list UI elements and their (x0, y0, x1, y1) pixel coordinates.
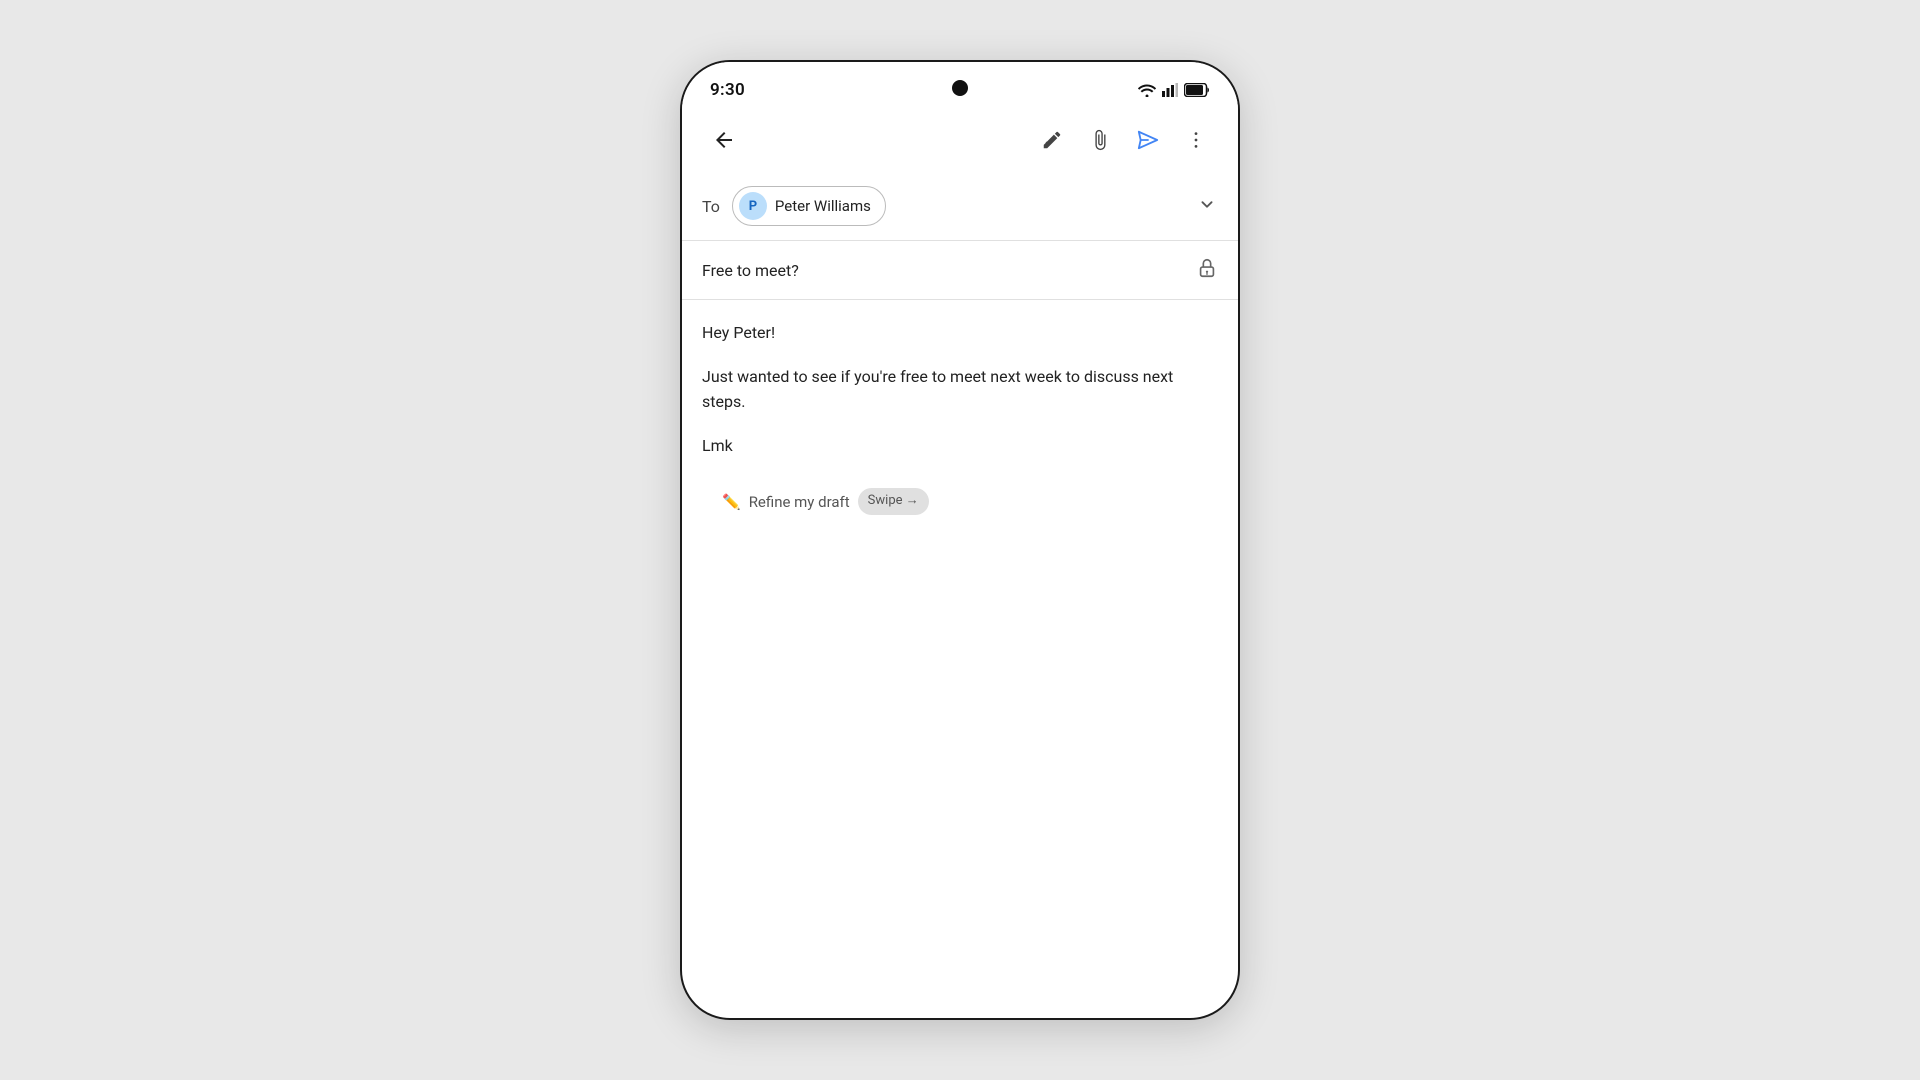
refine-icon: ✏️ (722, 490, 741, 514)
recipient-chip[interactable]: P Peter Williams (732, 186, 886, 226)
refine-bar[interactable]: ✏️ Refine my draft Swipe → (702, 476, 1218, 529)
status-icons (1138, 83, 1210, 97)
send-button[interactable] (1126, 118, 1170, 162)
status-time: 9:30 (710, 80, 745, 100)
email-body-text: Hey Peter! Just wanted to see if you're … (702, 320, 1218, 458)
email-body[interactable]: Hey Peter! Just wanted to see if you're … (682, 300, 1238, 1018)
body-closing: Lmk (702, 433, 1218, 459)
toolbar-actions (1030, 118, 1218, 162)
lock-icon[interactable] (1196, 257, 1218, 283)
body-greeting: Hey Peter! (702, 320, 1218, 346)
avatar: P (739, 192, 767, 220)
signal-icon (1162, 83, 1178, 97)
more-options-button[interactable] (1174, 118, 1218, 162)
swipe-label: Swipe → (868, 491, 919, 512)
phone-frame: 9:30 (680, 60, 1240, 1020)
status-bar: 9:30 (682, 62, 1238, 108)
camera-notch (952, 80, 968, 96)
swipe-badge[interactable]: Swipe → (858, 488, 929, 515)
wifi-icon (1138, 83, 1156, 97)
to-label: To (702, 197, 720, 216)
back-button[interactable] (702, 118, 746, 162)
recipient-name: Peter Williams (775, 197, 871, 215)
expand-button[interactable] (1196, 193, 1218, 219)
edit-button[interactable] (1030, 118, 1074, 162)
refine-text: Refine my draft (749, 490, 850, 514)
body-main: Just wanted to see if you're free to mee… (702, 364, 1218, 415)
battery-icon (1184, 83, 1210, 97)
to-field: To P Peter Williams (682, 172, 1238, 241)
toolbar (682, 108, 1238, 172)
attach-button[interactable] (1078, 118, 1122, 162)
subject-text: Free to meet? (702, 261, 1196, 280)
subject-field[interactable]: Free to meet? (682, 241, 1238, 300)
